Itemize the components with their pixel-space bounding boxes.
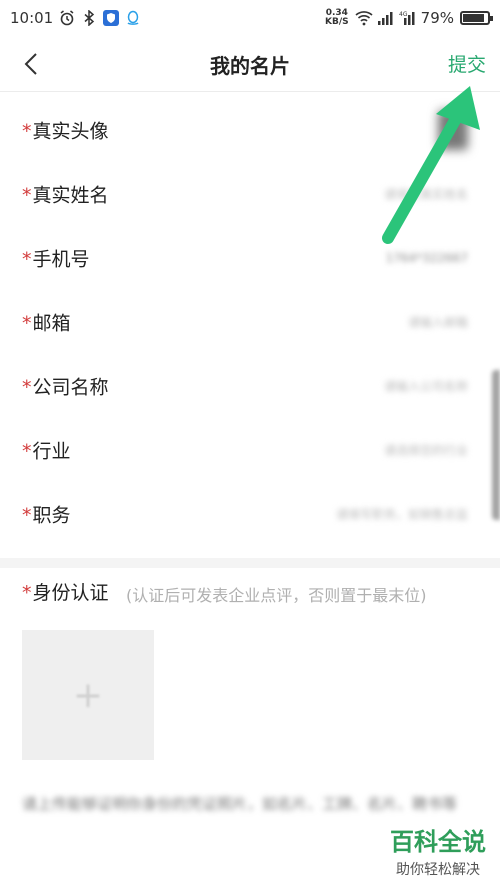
signal-4g-icon: 4G [399, 10, 415, 26]
phone-value[interactable]: 1764*322667 [386, 251, 468, 265]
field-label-text: 真实姓名 [32, 184, 109, 207]
watermark-subtitle: 助你轻松解决 [396, 862, 480, 878]
battery-icon [460, 11, 493, 25]
status-time: 10:01 [10, 9, 54, 27]
field-label-text: 真实头像 [32, 120, 109, 143]
upload-photo-button[interactable]: + [22, 630, 154, 760]
field-label: *手机号 [22, 245, 90, 272]
status-right: 0.34 KB/S 4G 79% [325, 9, 493, 27]
required-marker: * [22, 582, 32, 604]
required-marker: * [22, 120, 32, 143]
industry-value[interactable]: 请选择您的行业 [384, 442, 468, 459]
bluetooth-icon [81, 9, 97, 27]
identity-title: *身份认证 [22, 578, 109, 605]
status-bar: 10:01 0.34 KB/S 4G 79% [0, 0, 500, 36]
position-value[interactable]: 请填写职务，如销售总监 [336, 506, 468, 523]
form-row-company[interactable]: *公司名称 请输入公司名称 [0, 354, 500, 418]
field-label: *真实姓名 [22, 181, 109, 208]
network-speed-unit: KB/S [325, 17, 349, 27]
required-marker: * [22, 184, 32, 207]
watermark-logo: 百科全说 [390, 828, 486, 856]
battery-percent: 79% [420, 9, 454, 27]
signal-1-icon [377, 10, 393, 26]
svg-text:4G: 4G [399, 11, 408, 18]
identity-hint: (认证后可发表企业点评，否则置于最末位) [126, 586, 427, 605]
field-label-text: 行业 [32, 440, 71, 463]
identity-title-text: 身份认证 [32, 582, 109, 604]
submit-button[interactable]: 提交 [448, 50, 486, 77]
field-label: *行业 [22, 437, 71, 464]
page-title: 我的名片 [210, 54, 290, 78]
field-label: *邮箱 [22, 309, 71, 336]
required-marker: * [22, 312, 32, 335]
field-label-text: 公司名称 [32, 376, 109, 399]
chevron-left-icon [24, 53, 37, 75]
email-value[interactable]: 请输入邮箱 [408, 314, 468, 331]
form-row-position[interactable]: *职务 请填写职务，如销售总监 [0, 482, 500, 546]
status-left: 10:01 [10, 9, 141, 27]
alarm-icon [59, 10, 75, 26]
back-button[interactable] [18, 50, 46, 78]
field-label: *职务 [22, 501, 71, 528]
required-marker: * [22, 504, 32, 527]
form-row-industry[interactable]: *行业 请选择您的行业 [0, 418, 500, 482]
scroll-edge [492, 370, 500, 520]
required-marker: * [22, 376, 32, 399]
annotation-arrow-icon [382, 86, 480, 244]
field-label-text: 手机号 [32, 248, 90, 271]
section-divider [0, 558, 500, 568]
shield-app-icon [103, 10, 120, 26]
upload-description: 请上传能够证明你身份的凭证照片，如名片、工牌、名片、聘书等 [22, 795, 458, 813]
required-marker: * [22, 248, 32, 271]
field-label: *公司名称 [22, 373, 109, 400]
field-label: *真实头像 [22, 117, 109, 144]
plus-icon: + [72, 674, 104, 716]
battery-fill [463, 14, 484, 22]
field-label-text: 职务 [32, 504, 71, 527]
field-label-text: 邮箱 [32, 312, 71, 335]
required-marker: * [22, 440, 32, 463]
watermark: 百科全说 助你轻松解决 [390, 822, 486, 879]
wifi-icon [355, 10, 373, 26]
qq-icon [125, 10, 141, 26]
form-row-email[interactable]: *邮箱 请输入邮箱 [0, 290, 500, 354]
network-speed: 0.34 KB/S [325, 9, 349, 27]
company-value[interactable]: 请输入公司名称 [384, 378, 468, 395]
